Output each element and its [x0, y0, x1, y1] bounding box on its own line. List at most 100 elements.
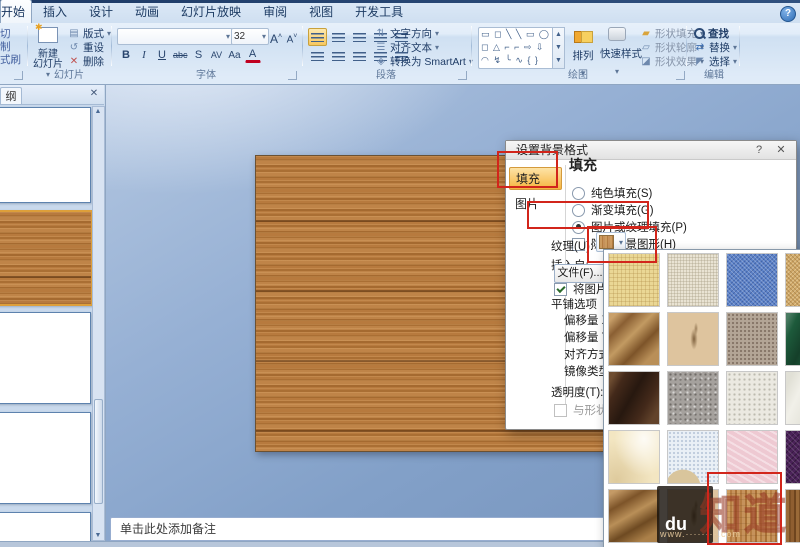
group-separator — [111, 26, 112, 66]
checkbox-icon-checked — [554, 283, 567, 296]
slide-thumbnail-2-selected[interactable] — [0, 210, 93, 306]
tab-view[interactable]: 视图 — [298, 0, 344, 23]
texture-swatch-green-marble[interactable] — [785, 312, 800, 366]
tab-home[interactable]: 开始 — [0, 0, 32, 23]
tab-insert[interactable]: 插入 — [32, 0, 78, 23]
tab-design[interactable]: 设计 — [78, 0, 124, 23]
annotation-box-oak-texture — [707, 472, 782, 545]
clipboard-dialog-launcher-icon[interactable] — [14, 71, 23, 80]
font-name-combo[interactable]: ▾ — [117, 28, 233, 45]
texture-swatch-white-marble[interactable] — [785, 371, 800, 425]
texture-swatch-parchment[interactable] — [608, 430, 660, 484]
text-direction-icon: ⇅ — [375, 28, 387, 39]
texture-swatch-fish-fossil[interactable] — [667, 312, 719, 366]
close-panel-icon[interactable]: ✕ — [88, 88, 100, 100]
slide-thumbnail-5[interactable] — [0, 512, 91, 542]
dialog-help-icon[interactable]: ? — [752, 143, 766, 157]
transparency-label: 透明度(T): — [551, 384, 603, 400]
group-separator — [302, 26, 303, 66]
paragraph-group-label: 段落 — [376, 66, 396, 81]
text-shadow-button[interactable]: S — [191, 47, 207, 64]
slide-thumbnail-3[interactable] — [0, 312, 91, 404]
find-button[interactable]: 查找 — [694, 27, 729, 40]
scroll-up-icon[interactable]: ▲ — [94, 108, 102, 115]
layout-icon: ▤ — [68, 28, 80, 39]
texture-swatch-purple-mesh[interactable] — [785, 430, 800, 484]
layout-button[interactable]: ▤ 版式 ▾ — [68, 27, 111, 40]
quick-styles-button[interactable]: 快速样式 ▾ — [600, 27, 634, 69]
format-painter-button[interactable]: 式刷 — [0, 52, 21, 67]
font-group-label: 字体 — [196, 66, 216, 81]
scroll-down-icon[interactable]: ▼ — [94, 532, 102, 539]
align-right-icon — [353, 52, 366, 61]
decrease-indent-icon — [353, 33, 366, 42]
align-center-button[interactable] — [329, 47, 348, 65]
bold-button[interactable]: B — [118, 47, 134, 64]
texture-swatch-sand[interactable] — [726, 312, 778, 366]
arrange-icon-2 — [581, 31, 593, 43]
radio-icon — [572, 187, 585, 200]
help-icon[interactable]: ? — [780, 6, 796, 22]
decrease-indent-button[interactable] — [350, 28, 369, 46]
annotation-box-fill-tab — [497, 151, 558, 188]
slide-thumbnail-1[interactable] — [0, 107, 91, 203]
checkbox-icon-disabled — [554, 404, 567, 417]
font-color-button[interactable]: A — [245, 47, 261, 63]
drawing-group-label: 绘图 — [568, 66, 588, 81]
shape-fill-icon: ▰ — [640, 28, 652, 39]
drawing-dialog-launcher-icon[interactable] — [676, 71, 685, 80]
texture-swatch-brown-marble[interactable] — [608, 371, 660, 425]
change-case-button[interactable]: Aa — [227, 47, 243, 64]
align-text-button[interactable]: ☰ 对齐文本 ▾ — [375, 41, 439, 54]
texture-swatch-recycled-paper[interactable] — [726, 371, 778, 425]
texture-swatch-paper-bag[interactable] — [608, 312, 660, 366]
font-dialog-launcher-icon[interactable] — [288, 71, 297, 80]
texture-swatch-canvas[interactable] — [667, 253, 719, 307]
slide-thumbnail-4[interactable] — [0, 412, 91, 504]
scrollbar-thumb[interactable] — [94, 399, 103, 504]
align-center-icon — [332, 52, 345, 61]
group-separator — [739, 26, 740, 66]
texture-swatch-granite[interactable] — [667, 371, 719, 425]
tab-review[interactable]: 审阅 — [252, 0, 298, 23]
ribbon: 开始 插入 设计 动画 幻灯片放映 审阅 视图 开发工具 ? 切 制 式刷 新建… — [0, 0, 800, 85]
texture-swatch-cork[interactable] — [608, 489, 660, 543]
texture-swatch-woven-mat[interactable] — [785, 253, 800, 307]
texture-swatch-denim[interactable] — [726, 253, 778, 307]
paragraph-dialog-launcher-icon[interactable] — [458, 71, 467, 80]
new-slide-button[interactable]: 新建 幻灯片 ▾ — [30, 27, 66, 69]
shrink-font-button[interactable]: A˅ — [284, 28, 300, 47]
align-left-button[interactable] — [308, 47, 327, 65]
ribbon-tab-bar: 开始 插入 设计 动画 幻灯片放映 审阅 视图 开发工具 — [0, 3, 800, 23]
reset-button[interactable]: ↺ 重设 — [68, 41, 104, 54]
strikethrough-button[interactable]: abc — [172, 47, 189, 64]
bullets-button[interactable] — [308, 28, 327, 46]
grow-font-button[interactable]: A˄ — [268, 28, 284, 48]
tab-developer[interactable]: 开发工具 — [344, 0, 414, 23]
tab-slideshow[interactable]: 幻灯片放映 — [170, 0, 252, 23]
replace-button[interactable]: ⇄ 替换 ▾ — [694, 41, 737, 54]
shapes-row: ▭ ◻ ╲ ╲ ▭ ◯ — [481, 28, 553, 41]
new-slide-icon — [38, 27, 58, 43]
shapes-gallery[interactable]: ▭ ◻ ╲ ╲ ▭ ◯ ◻ △ ⌐ ⌐ ⇨ ⇩ ◠ ↯ ╰ ∿ { } — [478, 27, 556, 69]
underline-button[interactable]: U — [154, 47, 170, 64]
outline-tab[interactable]: 纲 — [0, 87, 22, 104]
text-direction-button[interactable]: ⇅ 文字方向 ▾ — [375, 27, 439, 40]
italic-button[interactable]: I — [136, 47, 152, 64]
bullets-icon — [311, 33, 324, 42]
dialog-close-icon[interactable]: ✕ — [774, 143, 788, 157]
solid-fill-option[interactable]: 纯色填充(S) — [572, 185, 652, 201]
group-separator — [686, 26, 687, 66]
tab-animations[interactable]: 动画 — [124, 0, 170, 23]
align-right-button[interactable] — [350, 47, 369, 65]
editing-group-label: 编辑 — [704, 66, 724, 81]
numbering-button[interactable] — [329, 28, 348, 46]
slides-group-label: 幻灯片 — [54, 66, 84, 81]
shape-outline-icon: ▱ — [640, 42, 652, 53]
slides-panel-scrollbar[interactable]: ▲ ▼ — [92, 106, 105, 541]
shapes-gallery-scroll[interactable]: ▲ ▼ ▼ — [552, 27, 565, 69]
arrange-button[interactable]: 排列 ▾ — [568, 27, 598, 69]
character-spacing-button[interactable]: AV — [209, 47, 225, 64]
quick-styles-icon — [608, 27, 626, 41]
font-size-combo[interactable]: 32 ▾ — [231, 28, 269, 45]
